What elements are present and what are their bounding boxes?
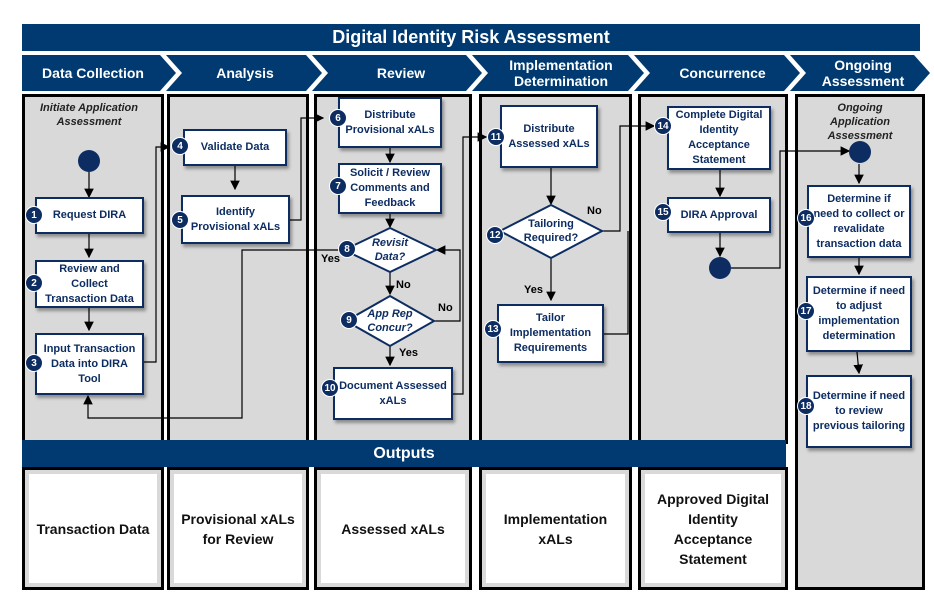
step-number-10: 10 [321, 379, 339, 397]
output-lane-2: Provisional xALs for Review [167, 467, 309, 590]
step-box-13: Tailor Implementation Requirements [497, 304, 604, 363]
step-number-9: 9 [340, 311, 358, 329]
step-box-7: Solicit / Review Comments and Feedback [338, 163, 442, 214]
step-number-1: 1 [25, 206, 43, 224]
step-box-5: Identify Provisional xALs [181, 195, 290, 244]
step-box-16: Determine if need to collect or revalida… [807, 185, 911, 258]
edge-label-no-8: No [396, 279, 411, 291]
edge-label-yes-9: Yes [399, 347, 418, 359]
step-number-7: 7 [329, 177, 347, 195]
step-box-2: Review and Collect Transaction Data [35, 260, 144, 308]
step-box-11: Distribute Assessed xALs [500, 105, 598, 168]
edge-label-yes-12: Yes [524, 284, 543, 296]
step-box-17: Determine if need to adjust implementati… [806, 276, 912, 352]
step-number-17: 17 [797, 302, 815, 320]
output-lane-3: Assessed xALs [314, 467, 472, 590]
step-number-12: 12 [486, 226, 504, 244]
step-box-18: Determine if need to review previous tai… [806, 375, 912, 448]
concurrence-end-node [709, 257, 731, 279]
start-node [78, 150, 100, 172]
step-box-14: Complete Digital Identity Acceptance Sta… [667, 106, 771, 170]
output-implementation-xals: Implementation xALs [486, 474, 625, 583]
step-box-1: Request DIRA [35, 197, 144, 234]
decision-text-8: Revisit Data? [371, 237, 409, 263]
step-number-15: 15 [654, 203, 672, 221]
start-label-initiate: Initiate Application Assessment [40, 102, 138, 128]
output-lane-4: Implementation xALs [479, 467, 632, 590]
outputs-header: Outputs [22, 440, 786, 467]
step-box-4: Validate Data [183, 129, 287, 166]
output-acceptance-statement: Approved Digital Identity Acceptance Sta… [645, 474, 781, 583]
step-number-16: 16 [797, 209, 815, 227]
edge-label-no-9: No [438, 302, 453, 314]
step-number-14: 14 [654, 117, 672, 135]
step-number-13: 13 [484, 320, 502, 338]
output-lane-1: Transaction Data [22, 467, 164, 590]
step-number-2: 2 [25, 274, 43, 292]
output-lane-5: Approved Digital Identity Acceptance Sta… [638, 467, 788, 590]
output-transaction-data: Transaction Data [29, 474, 157, 583]
step-number-11: 11 [487, 128, 505, 146]
step-number-8: 8 [338, 240, 356, 258]
step-number-18: 18 [797, 397, 815, 415]
step-box-6: Distribute Provisional xALs [338, 97, 442, 148]
start-label-ongoing: Ongoing Application Assessment [827, 102, 893, 142]
step-number-6: 6 [329, 109, 347, 127]
ongoing-start-node [849, 141, 871, 163]
edge-label-yes-8: Yes [321, 253, 340, 265]
output-assessed-xals: Assessed xALs [321, 474, 465, 583]
step-number-5: 5 [171, 211, 189, 229]
output-provisional-xals: Provisional xALs for Review [174, 474, 302, 583]
step-box-3: Input Transaction Data into DIRA Tool [35, 333, 144, 395]
step-box-15: DIRA Approval [667, 197, 771, 233]
decision-text-9: App Rep Concur? [367, 308, 413, 334]
decision-text-12: Tailoring Required? [523, 218, 579, 244]
step-box-10: Document Assessed xALs [333, 367, 453, 420]
edge-label-no-12: No [587, 205, 602, 217]
step-number-4: 4 [171, 137, 189, 155]
step-number-3: 3 [25, 354, 43, 372]
